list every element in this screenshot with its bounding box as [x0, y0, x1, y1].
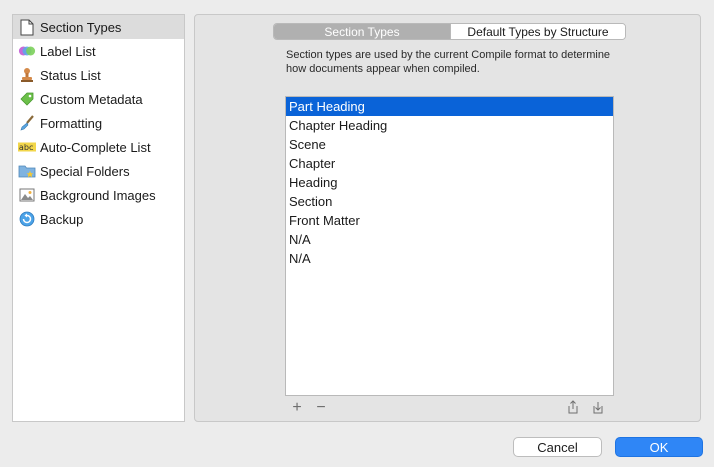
- minus-icon: −: [316, 399, 326, 416]
- folder-star-icon: [18, 162, 36, 180]
- paintbrush-icon: [18, 114, 36, 132]
- list-item[interactable]: Part Heading: [286, 97, 613, 116]
- sidebar-item-special-folders[interactable]: Special Folders: [13, 159, 184, 183]
- list-item[interactable]: Chapter Heading: [286, 116, 613, 135]
- sidebar-item-label: Backup: [40, 211, 84, 227]
- list-item[interactable]: Chapter: [286, 154, 613, 173]
- sidebar-item-label: Auto-Complete List: [40, 139, 151, 155]
- sidebar-item-section-types[interactable]: Section Types: [13, 15, 184, 39]
- list-item[interactable]: N/A: [286, 230, 613, 249]
- image-icon: [18, 186, 36, 204]
- sidebar-item-label-list[interactable]: Label List: [13, 39, 184, 63]
- share-icon: [567, 399, 579, 417]
- plus-icon: +: [292, 399, 302, 416]
- sidebar-item-label: Section Types: [40, 19, 122, 35]
- sidebar-item-formatting[interactable]: Formatting: [13, 111, 184, 135]
- sidebar: Section Types Label List Status List Cus…: [12, 14, 185, 422]
- sidebar-item-label: Formatting: [40, 115, 103, 131]
- list-item[interactable]: Section: [286, 192, 613, 211]
- sidebar-item-label: Status List: [40, 67, 101, 83]
- sidebar-item-custom-metadata[interactable]: Custom Metadata: [13, 87, 184, 111]
- tab-segmented-control: Section Types Default Types by Structure: [273, 23, 626, 40]
- sidebar-item-backup[interactable]: Backup: [13, 207, 184, 231]
- sidebar-item-label: Label List: [40, 43, 96, 59]
- sidebar-item-background-images[interactable]: Background Images: [13, 183, 184, 207]
- backup-icon: [18, 210, 36, 228]
- sidebar-item-label: Custom Metadata: [40, 91, 143, 107]
- cancel-button[interactable]: Cancel: [513, 437, 602, 457]
- ok-button[interactable]: OK: [615, 437, 703, 457]
- add-button[interactable]: +: [289, 399, 305, 416]
- tab-default-types-by-structure[interactable]: Default Types by Structure: [450, 24, 625, 39]
- section-types-list[interactable]: Part Heading Chapter Heading Scene Chapt…: [285, 96, 614, 396]
- stamp-icon: [18, 66, 36, 84]
- svg-text:abc: abc: [19, 142, 34, 152]
- tag-icon: [18, 90, 36, 108]
- sidebar-item-label: Special Folders: [40, 163, 130, 179]
- list-toolbar: + −: [289, 399, 611, 417]
- export-button[interactable]: [565, 399, 581, 417]
- import-button[interactable]: [590, 401, 606, 415]
- section-types-panel: Section Types Default Types by Structure…: [194, 14, 701, 422]
- list-item[interactable]: Scene: [286, 135, 613, 154]
- import-icon: [592, 400, 604, 417]
- list-item[interactable]: Front Matter: [286, 211, 613, 230]
- sidebar-item-status-list[interactable]: Status List: [13, 63, 184, 87]
- preferences-window: Section Types Label List Status List Cus…: [0, 0, 714, 467]
- document-icon: [18, 18, 36, 36]
- abc-icon: abc: [18, 138, 36, 156]
- color-circles-icon: [18, 42, 36, 60]
- list-item[interactable]: Heading: [286, 173, 613, 192]
- tab-section-types[interactable]: Section Types: [274, 24, 450, 39]
- sidebar-item-label: Background Images: [40, 187, 156, 203]
- sidebar-item-auto-complete-list[interactable]: abc Auto-Complete List: [13, 135, 184, 159]
- description-text: Section types are used by the current Co…: [286, 49, 611, 75]
- list-item[interactable]: N/A: [286, 249, 613, 268]
- remove-button[interactable]: −: [313, 399, 329, 416]
